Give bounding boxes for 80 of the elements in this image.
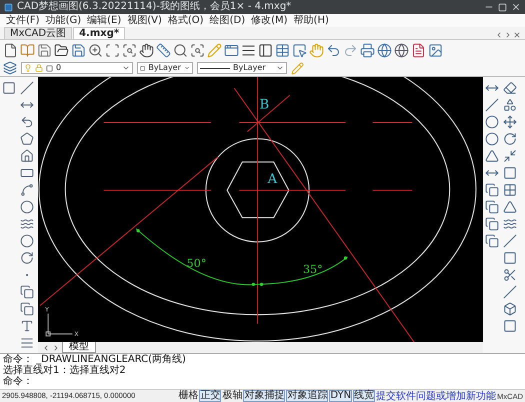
status-toggle[interactable]: 线宽	[353, 390, 376, 402]
search-icon[interactable]	[173, 42, 188, 58]
caret-icon	[276, 64, 284, 72]
document-tab[interactable]: 4.mxg*	[73, 27, 126, 39]
window-title: CAD梦想画图(6.3.20221114)-我的图纸，会员1× - 4.mxg*	[17, 0, 292, 14]
arc-icon[interactable]	[20, 182, 34, 196]
command-line: 选择直线对1：选择直线对2	[3, 365, 127, 376]
folder-icon[interactable]	[54, 42, 69, 58]
solid-icon[interactable]	[503, 302, 517, 316]
status-toggle[interactable]: 对象追踪	[286, 390, 328, 402]
lightbulb-icon	[24, 64, 32, 72]
status-toggle[interactable]: 正交	[199, 390, 222, 402]
point-label: B	[260, 97, 270, 112]
command-line: 命令：	[3, 376, 34, 387]
pan-hand-icon[interactable]	[139, 42, 154, 58]
maximize-icon[interactable]	[498, 2, 507, 12]
pentagon-icon[interactable]	[20, 132, 34, 146]
layers-stack-icon[interactable]	[485, 216, 499, 230]
globe-icon[interactable]	[377, 42, 392, 58]
status-toggle[interactable]: DYN	[329, 390, 352, 402]
command-window[interactable]: 命令： _DRAWLINEANGLEARC(两角线) 选择直线对1：选择直线对2 命令：	[0, 353, 525, 389]
eraser-icon[interactable]	[503, 80, 517, 94]
close-icon[interactable]	[513, 31, 521, 39]
undo-icon[interactable]	[326, 42, 341, 58]
color-dropdown[interactable]: ByLayer	[137, 62, 193, 74]
point-label: A	[268, 172, 278, 188]
zoom-in-icon[interactable]	[88, 42, 103, 58]
app-icon	[4, 2, 13, 12]
save-icon[interactable]	[37, 42, 52, 58]
scroll-left-icon[interactable]	[495, 31, 503, 39]
status-toggle[interactable]: 对象捕捉	[243, 390, 286, 402]
layers-stack-icon[interactable]	[485, 182, 499, 196]
line-icon[interactable]	[20, 80, 34, 94]
menu-item[interactable]: 修改(M)	[251, 14, 288, 27]
pdf-icon[interactable]	[411, 42, 426, 58]
layer-dropdown[interactable]: 0	[21, 62, 133, 74]
image-icon[interactable]	[428, 42, 443, 58]
scroll-right-icon[interactable]	[504, 31, 512, 39]
rotate-icon[interactable]	[503, 132, 517, 146]
menu-item[interactable]: 编辑(E)	[87, 14, 122, 27]
select-icon[interactable]	[292, 42, 307, 58]
menu-item[interactable]: 格式(O)	[168, 14, 204, 27]
document-tab[interactable]: MxCAD云图	[4, 27, 72, 39]
new-file-icon[interactable]	[3, 42, 18, 58]
angle-dimension-label: 35°	[303, 263, 323, 276]
layers-stack-icon[interactable]	[485, 234, 499, 248]
next-tab-icon[interactable]	[52, 344, 60, 352]
ucs-axis-icon	[46, 313, 73, 336]
globe-icon[interactable]	[394, 42, 409, 58]
angle-dimension-label: 50°	[186, 257, 206, 270]
panel-icon[interactable]	[258, 42, 273, 58]
text-icon[interactable]	[20, 318, 34, 332]
menu-item[interactable]: 绘图(D)	[210, 14, 246, 27]
menu-item[interactable]: 帮助(H)	[294, 14, 329, 27]
save-as-icon[interactable]	[71, 42, 86, 58]
printer-icon[interactable]	[360, 42, 375, 58]
layers-icon[interactable]	[3, 61, 17, 75]
circle-icon[interactable]	[20, 200, 34, 214]
break-icon[interactable]	[503, 268, 517, 282]
command-line: 命令： _DRAWLINEANGLEARC(两角线)	[3, 354, 187, 365]
close-icon[interactable]	[511, 2, 521, 12]
caret-icon	[184, 64, 190, 72]
window-icon[interactable]	[224, 42, 239, 58]
status-toggle[interactable]: 极轴	[222, 391, 242, 401]
scale-icon[interactable]	[503, 148, 517, 162]
book-icon[interactable]	[20, 42, 35, 58]
menu-item[interactable]: 视图(V)	[127, 14, 162, 27]
menu-item[interactable]: 功能(G)	[46, 14, 82, 27]
menu-item[interactable]: 文件(F)	[6, 14, 40, 27]
layers-stack-icon[interactable]	[485, 200, 499, 214]
linetype-dropdown[interactable]: ByLayer	[197, 62, 287, 74]
move-icon[interactable]	[503, 114, 517, 128]
array-icon[interactable]	[503, 182, 517, 196]
lock-icon	[35, 64, 43, 72]
table-icon[interactable]	[275, 42, 290, 58]
status-toggle[interactable]: 栅格	[178, 391, 198, 401]
list-icon[interactable]	[241, 42, 256, 58]
caret-icon	[122, 64, 130, 72]
feedback-link[interactable]: 提交软件问题或增加新功能	[376, 390, 496, 402]
previous-tab-icon[interactable]	[42, 344, 50, 352]
